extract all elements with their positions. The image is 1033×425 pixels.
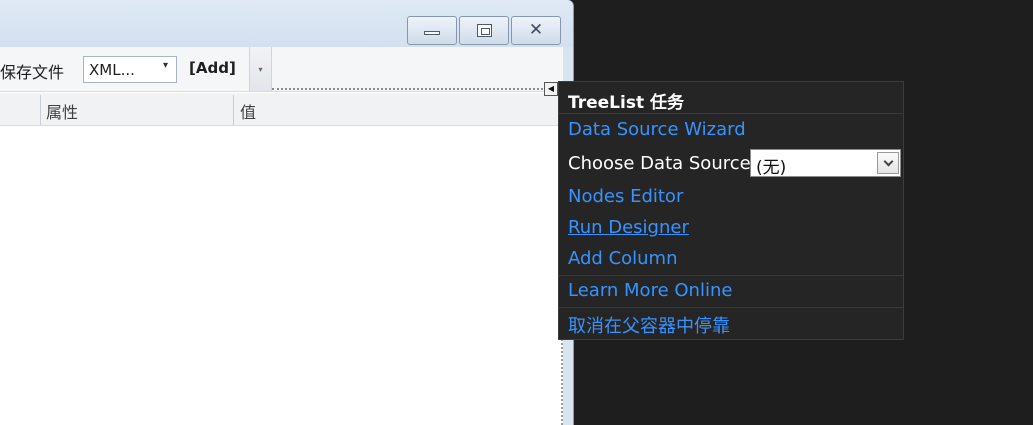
column-header-value[interactable]: 值 — [240, 99, 256, 123]
column-header-property[interactable]: 属性 — [46, 99, 78, 123]
data-source-combo-value: (无) — [756, 158, 787, 178]
data-source-combo[interactable]: (无) — [750, 149, 901, 178]
maximize-icon — [476, 24, 492, 37]
data-source-combo-dropdown[interactable] — [877, 152, 899, 174]
column-separator[interactable] — [40, 95, 41, 125]
maximize-button[interactable] — [459, 16, 509, 45]
nodes-editor-link[interactable]: Nodes Editor — [568, 186, 683, 207]
minimize-button[interactable] — [407, 16, 457, 45]
add-column-link[interactable]: Add Column — [568, 248, 678, 269]
form-titlebar[interactable]: ✕ — [0, 0, 573, 47]
designer-surface: ✕ 保存文件 XML... ▾ [Add] ▾ 属性 值 ◀ TreeList … — [0, 0, 1033, 425]
format-combo[interactable]: XML... ▾ — [83, 56, 177, 83]
chevron-down-icon — [883, 156, 893, 166]
smart-tag-button[interactable]: ◀ — [544, 82, 558, 96]
close-button[interactable]: ✕ — [511, 16, 561, 45]
choose-data-source-label: Choose Data Source — [568, 153, 751, 174]
format-combo-value: XML... — [89, 61, 135, 79]
divider — [559, 113, 903, 114]
divider — [559, 307, 903, 308]
data-source-wizard-link[interactable]: Data Source Wizard — [568, 119, 746, 140]
treelist-tasks-panel: TreeList 任务 Data Source Wizard Choose Da… — [558, 81, 904, 340]
run-designer-link[interactable]: Run Designer — [568, 217, 689, 238]
form-window: ✕ 保存文件 XML... ▾ [Add] ▾ 属性 值 — [0, 0, 574, 425]
save-file-button[interactable]: 保存文件 — [0, 59, 64, 83]
chevron-down-icon: ▾ — [258, 64, 263, 74]
undock-in-parent-link[interactable]: 取消在父容器中停靠 — [568, 312, 730, 338]
add-button[interactable]: [Add] — [189, 59, 236, 77]
minimize-icon — [424, 30, 440, 35]
grid-body[interactable] — [0, 127, 563, 425]
chevron-down-icon: ▾ — [162, 60, 168, 71]
grid-header: 属性 值 — [0, 93, 563, 126]
learn-more-online-link[interactable]: Learn More Online — [568, 280, 732, 301]
divider — [559, 275, 903, 276]
panel-title: TreeList 任务 — [568, 93, 684, 113]
column-separator[interactable] — [233, 95, 234, 125]
toolbar-dropdown-button[interactable]: ▾ — [249, 47, 272, 91]
form-client-area: 保存文件 XML... ▾ [Add] ▾ 属性 值 — [0, 47, 563, 425]
close-icon: ✕ — [528, 20, 544, 40]
toolbar: 保存文件 XML... ▾ [Add] ▾ — [0, 47, 563, 92]
toolbar-selection-border — [272, 88, 563, 92]
chevron-left-icon: ◀ — [547, 84, 555, 93]
